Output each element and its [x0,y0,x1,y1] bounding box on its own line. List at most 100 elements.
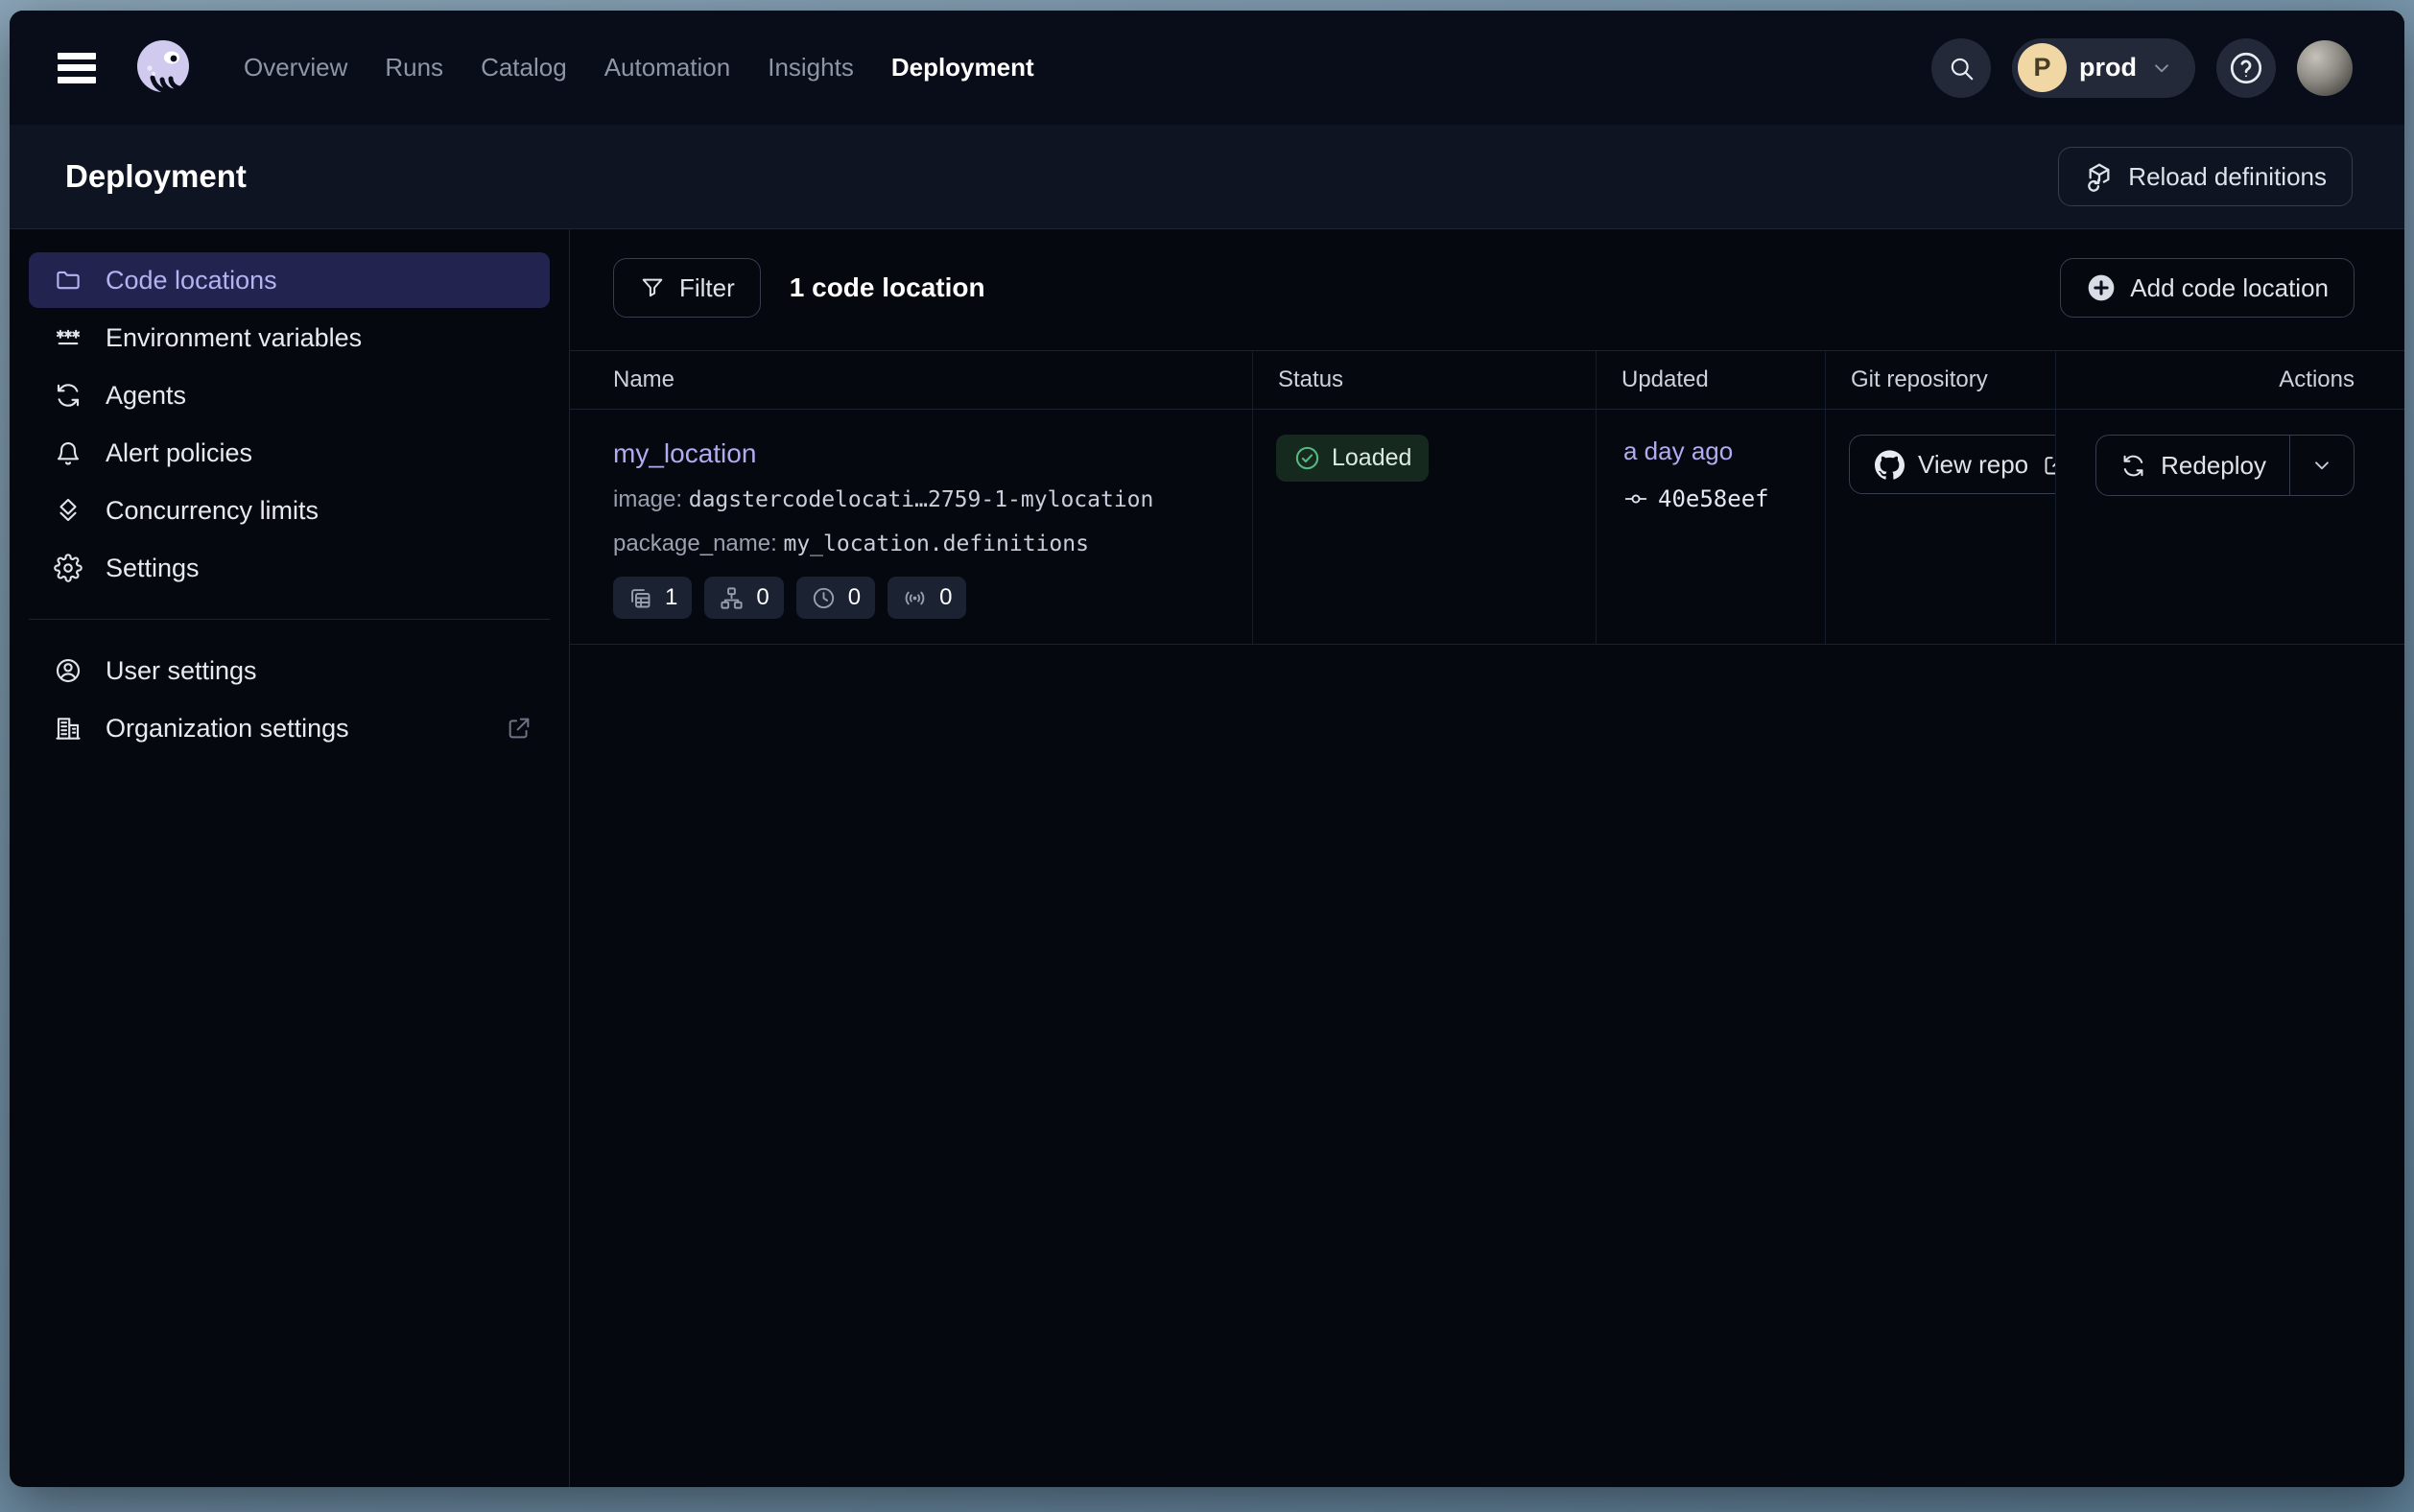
redeploy-icon [2119,452,2147,480]
view-repo-button[interactable]: View repo [1849,435,2055,494]
asset-graph-icon [719,585,745,611]
updated-link[interactable]: a day ago [1623,437,1733,465]
top-nav-bar: Overview Runs Catalog Automation Insight… [10,11,2404,125]
nav-item-deployment[interactable]: Deployment [891,53,1034,83]
code-location-count: 1 code location [790,272,985,303]
cell-updated: a day ago 40e58eef [1596,410,1825,644]
sidebar-item-concurrency-limits[interactable]: Concurrency limits [29,483,550,538]
sidebar-item-label: Organization settings [106,714,483,744]
dagster-logo-icon[interactable] [132,36,196,100]
user-circle-icon [54,656,83,685]
commit-hash: 40e58eef [1658,485,1769,512]
cell-actions: Redeploy [2055,410,2404,644]
commit-row: 40e58eef [1623,485,1825,512]
nav-item-overview[interactable]: Overview [244,53,347,83]
plus-circle-icon [2086,272,2117,303]
sidebar-item-label: Alert policies [106,438,532,468]
search-button[interactable] [1931,38,1991,98]
sidebar-item-code-locations[interactable]: Code locations [29,252,550,308]
app-window: Overview Runs Catalog Automation Insight… [10,11,2404,1487]
sidebar-divider [29,619,550,620]
sidebar-item-label: Environment variables [106,323,532,353]
user-avatar[interactable] [2297,40,2353,96]
code-locations-table: Name Status Updated Git repository Actio… [570,350,2404,645]
column-header-actions: Actions [2055,351,2404,409]
image-value: dagstercodelocati…2759-1-mylocation [689,487,1154,512]
reload-definitions-button[interactable]: Reload definitions [2058,147,2353,206]
help-icon [2228,50,2264,86]
nav-item-insights[interactable]: Insights [768,53,854,83]
external-link-icon [2042,452,2055,478]
sidebar-item-label: User settings [106,656,532,686]
github-icon [1875,450,1905,480]
package-label: package_name: [613,531,777,556]
cell-status: Loaded [1252,410,1596,644]
filter-button[interactable]: Filter [613,258,761,318]
sidebar-item-label: Concurrency limits [106,496,532,526]
jobs-count: 1 [665,584,677,611]
layers-icon [54,496,83,525]
filter-icon [639,274,666,301]
content-area: Filter 1 code location Add code location [570,229,2404,1487]
redeploy-label: Redeploy [2161,451,2266,481]
deployment-switcher[interactable]: P prod [2012,38,2195,98]
reload-cube-icon [2084,161,2115,192]
nav-item-catalog[interactable]: Catalog [481,53,567,83]
filter-label: Filter [679,273,735,303]
view-repo-label: View repo [1918,450,2028,480]
sidebar-item-alert-policies[interactable]: Alert policies [29,425,550,481]
gear-icon [54,554,83,582]
help-button[interactable] [2216,38,2276,98]
sidebar-item-environment-variables[interactable]: Environment variables [29,310,550,366]
sidebar-item-label: Agents [106,381,532,411]
chevron-down-icon [2309,453,2334,478]
code-location-link[interactable]: my_location [613,438,756,469]
status-label: Loaded [1332,444,1411,472]
building-icon [54,714,83,743]
deployment-avatar: P [2018,43,2067,92]
image-meta: image: dagstercodelocati…2759-1-mylocati… [613,486,1223,513]
redeploy-menu-button[interactable] [2289,436,2354,495]
toolbar: Filter 1 code location Add code location [613,258,2355,318]
jobs-icon [627,585,653,611]
status-badge: Loaded [1276,435,1429,482]
column-header-name: Name [570,351,1252,409]
asset-graph-count: 0 [756,584,769,611]
reload-definitions-label: Reload definitions [2128,162,2327,192]
sidebar-item-label: Settings [106,554,532,583]
image-label: image: [613,486,682,512]
folder-icon [54,266,83,295]
page-header: Deployment Reload definitions [10,125,2404,229]
redeploy-split-button: Redeploy [2095,435,2355,496]
main-area: Code locations Environment variables [10,229,2404,1487]
external-link-icon [506,715,532,742]
sidebar-item-label: Code locations [106,266,532,295]
sidebar-item-organization-settings[interactable]: Organization settings [29,700,550,756]
jobs-badge: 1 [613,577,692,619]
chevron-down-icon [2149,56,2174,81]
bell-icon [54,438,83,467]
nav-item-automation[interactable]: Automation [604,53,731,83]
definition-count-badges: 1 [613,577,1223,619]
nav-right-controls: P prod [1931,38,2353,98]
deployment-sidebar: Code locations Environment variables [10,229,570,1487]
add-code-location-label: Add code location [2130,273,2329,303]
add-code-location-button[interactable]: Add code location [2060,258,2355,318]
sensors-icon [902,585,928,611]
commit-icon [1623,486,1648,511]
sidebar-item-user-settings[interactable]: User settings [29,643,550,698]
nav-item-runs[interactable]: Runs [385,53,443,83]
schedules-count: 0 [848,584,861,611]
menu-icon[interactable] [58,53,96,83]
search-icon [1947,54,1976,83]
schedules-icon [811,585,837,611]
schedules-badge: 0 [796,577,875,619]
table-header-row: Name Status Updated Git repository Actio… [570,350,2404,410]
cell-name: my_location image: dagstercodelocati…275… [570,410,1252,644]
primary-nav: Overview Runs Catalog Automation Insight… [244,53,1034,83]
sidebar-item-agents[interactable]: Agents [29,367,550,423]
sidebar-item-settings[interactable]: Settings [29,540,550,596]
package-meta: package_name: my_location.definitions [613,531,1223,557]
redeploy-button[interactable]: Redeploy [2096,436,2289,495]
column-header-updated: Updated [1596,351,1825,409]
